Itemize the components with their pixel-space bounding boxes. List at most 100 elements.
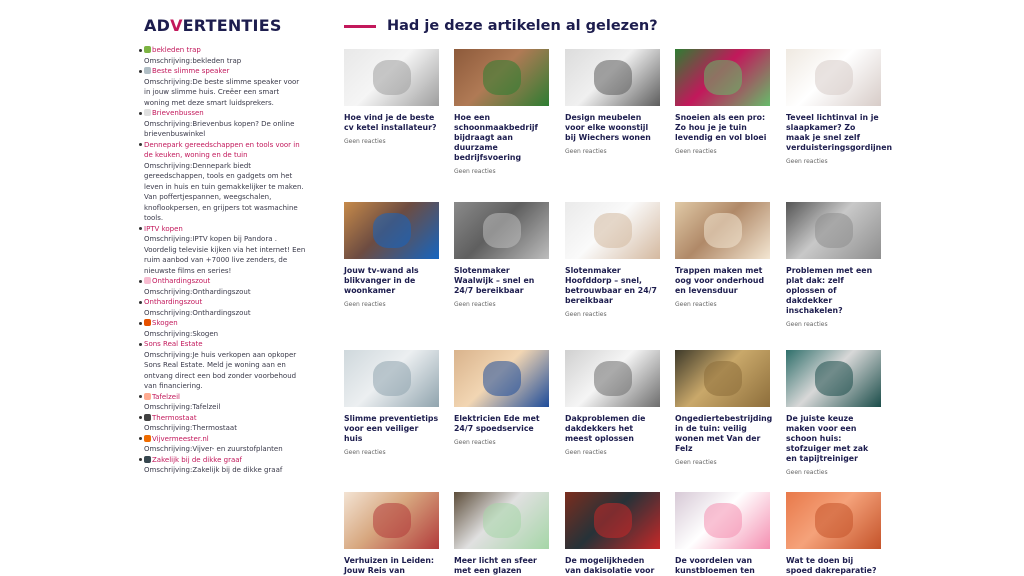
ad-item: Thermostaat Omschrijving:Thermostaat xyxy=(139,413,306,434)
article-comments[interactable]: Geen reacties xyxy=(675,148,770,155)
article-card[interactable]: Snoeien als een pro: Zo hou je je tuin l… xyxy=(675,49,770,155)
article-title[interactable]: De juiste keuze maken voor een schoon hu… xyxy=(786,414,881,464)
article-comments[interactable]: Geen reacties xyxy=(454,168,549,175)
article-card[interactable]: Hoe een schoonmaakbedrijf bijdraagt aan … xyxy=(454,49,549,175)
article-card[interactable]: Hoe vind je de beste cv ketel installate… xyxy=(344,49,439,145)
ad-link[interactable]: Onthardingszout xyxy=(144,298,202,306)
article-thumbnail[interactable] xyxy=(675,202,770,259)
ad-link[interactable]: Beste slimme speaker xyxy=(152,67,229,75)
article-thumbnail[interactable] xyxy=(454,492,549,549)
article-title[interactable]: Slotenmaker Waalwijk – snel en 24/7 bere… xyxy=(454,266,549,296)
article-card[interactable]: Teveel lichtinval in je slaapkamer? Zo m… xyxy=(786,49,892,165)
ad-link[interactable]: Vijvermeester.nl xyxy=(152,435,209,443)
article-title[interactable]: Elektricien Ede met 24/7 spoedservice xyxy=(454,414,549,434)
article-title[interactable]: Ongediertebestrijding in de tuin: veilig… xyxy=(675,414,772,454)
article-comments[interactable]: Geen reacties xyxy=(786,469,881,476)
article-comments[interactable]: Geen reacties xyxy=(565,449,660,456)
article-card[interactable]: De voordelen van kunstbloemen ten xyxy=(675,492,770,576)
article-card[interactable]: Verhuizen in Leiden: Jouw Reis van xyxy=(344,492,439,576)
article-title[interactable]: Wat te doen bij spoed dakreparatie? xyxy=(786,556,881,576)
ad-item: bekleden trap Omschrijving:bekleden trap xyxy=(139,45,306,66)
article-comments[interactable]: Geen reacties xyxy=(675,459,770,466)
article-card[interactable]: De mogelijkheden van dakisolatie voor jo… xyxy=(565,492,660,576)
article-thumbnail[interactable] xyxy=(565,492,660,549)
article-comments[interactable]: Geen reacties xyxy=(786,158,881,165)
article-comments[interactable]: Geen reacties xyxy=(454,301,549,308)
ad-item: Beste slimme speaker Omschrijving:De best… xyxy=(139,66,306,108)
ad-item: Skogen Omschrijving:Skogen xyxy=(139,318,306,339)
article-card[interactable]: Jouw tv-wand als blikvanger in de woonka… xyxy=(344,202,439,308)
article-title[interactable]: Jouw tv-wand als blikvanger in de woonka… xyxy=(344,266,439,296)
article-card[interactable]: Meer licht en sfeer met een glazen tuink… xyxy=(454,492,549,576)
ad-link[interactable]: Thermostaat xyxy=(152,414,197,422)
article-card[interactable]: Slimme preventietips voor een veiliger h… xyxy=(344,350,439,456)
article-title[interactable]: Problemen met een plat dak: zelf oplosse… xyxy=(786,266,881,316)
article-thumbnail[interactable] xyxy=(454,202,549,259)
article-thumbnail[interactable] xyxy=(675,350,770,407)
ad-link[interactable]: Skogen xyxy=(152,319,178,327)
article-comments[interactable]: Geen reacties xyxy=(344,301,439,308)
article-card[interactable]: Dakproblemen die dakdekkers het meest op… xyxy=(565,350,660,456)
ad-link[interactable]: IPTV kopen xyxy=(144,225,183,233)
article-card[interactable]: Design meubelen voor elke woonstijl bij … xyxy=(565,49,660,155)
article-title[interactable]: Hoe vind je de beste cv ketel installate… xyxy=(344,113,439,133)
article-thumbnail[interactable] xyxy=(344,49,439,106)
article-title[interactable]: De mogelijkheden van dakisolatie voor jo… xyxy=(565,556,660,576)
article-thumbnail[interactable] xyxy=(565,350,660,407)
ad-link[interactable]: Sons Real Estate xyxy=(144,340,203,348)
article-thumbnail[interactable] xyxy=(675,492,770,549)
ad-link[interactable]: Brievenbussen xyxy=(152,109,204,117)
article-thumbnail[interactable] xyxy=(786,492,881,549)
person-icon xyxy=(144,455,151,463)
article-card[interactable]: Problemen met een plat dak: zelf oplosse… xyxy=(786,202,881,328)
article-title[interactable]: Slotenmaker Hoofddorp – snel, betrouwbaa… xyxy=(565,266,660,306)
ad-link[interactable]: bekleden trap xyxy=(152,46,201,54)
article-comments[interactable]: Geen reacties xyxy=(344,449,439,456)
article-thumbnail[interactable] xyxy=(565,202,660,259)
article-thumbnail[interactable] xyxy=(454,350,549,407)
article-title[interactable]: Meer licht en sfeer met een glazen tuink… xyxy=(454,556,549,576)
article-card[interactable]: Slotenmaker Hoofddorp – snel, betrouwbaa… xyxy=(565,202,660,318)
article-thumbnail[interactable] xyxy=(786,350,881,407)
article-card[interactable]: Trappen maken met oog voor onderhoud en … xyxy=(675,202,770,308)
article-title[interactable]: Design meubelen voor elke woonstijl bij … xyxy=(565,113,660,143)
article-comments[interactable]: Geen reacties xyxy=(454,439,549,446)
ad-link[interactable]: Tafelzeil xyxy=(152,393,180,401)
article-thumbnail[interactable] xyxy=(675,49,770,106)
article-comments[interactable]: Geen reacties xyxy=(675,301,770,308)
article-comments[interactable]: Geen reacties xyxy=(565,148,660,155)
article-card[interactable]: Wat te doen bij spoed dakreparatie? xyxy=(786,492,881,576)
ad-link[interactable]: Dennepark gereedschappen en tools voor i… xyxy=(144,141,300,160)
skogen-icon xyxy=(144,319,151,326)
ad-item: Brievenbussen Omschrijving:Brievenbus kop… xyxy=(139,108,306,140)
article-card[interactable]: De juiste keuze maken voor een schoon hu… xyxy=(786,350,881,476)
ad-description: Omschrijving:bekleden trap xyxy=(144,56,242,65)
ad-link[interactable]: Zakelijk bij de dikke graaf xyxy=(152,456,242,464)
article-thumbnail[interactable] xyxy=(344,202,439,259)
article-title[interactable]: Trappen maken met oog voor onderhoud en … xyxy=(675,266,770,296)
table-icon xyxy=(144,392,151,400)
article-thumbnail[interactable] xyxy=(344,492,439,549)
article-card[interactable]: Ongediertebestrijding in de tuin: veilig… xyxy=(675,350,772,466)
article-title[interactable]: Teveel lichtinval in je slaapkamer? Zo m… xyxy=(786,113,892,153)
article-thumbnail[interactable] xyxy=(786,49,881,106)
article-title[interactable]: Dakproblemen die dakdekkers het meest op… xyxy=(565,414,660,444)
article-card[interactable]: Slotenmaker Waalwijk – snel en 24/7 bere… xyxy=(454,202,549,308)
article-comments[interactable]: Geen reacties xyxy=(786,321,881,328)
article-card[interactable]: Elektricien Ede met 24/7 spoedservice Gee… xyxy=(454,350,549,446)
speaker-icon xyxy=(144,67,151,74)
article-title[interactable]: Snoeien als een pro: Zo hou je je tuin l… xyxy=(675,113,770,143)
article-title[interactable]: Verhuizen in Leiden: Jouw Reis van xyxy=(344,556,439,576)
article-thumbnail[interactable] xyxy=(786,202,881,259)
article-comments[interactable]: Geen reacties xyxy=(565,311,660,318)
section-header: Had je deze artikelen al gelezen? xyxy=(344,14,884,38)
article-thumbnail[interactable] xyxy=(454,49,549,106)
article-comments[interactable]: Geen reacties xyxy=(344,138,439,145)
article-title[interactable]: Hoe een schoonmaakbedrijf bijdraagt aan … xyxy=(454,113,549,163)
ad-link[interactable]: Onthardingszout xyxy=(152,277,210,285)
ad-item: Tafelzeil Omschrijving:Tafelzeil xyxy=(139,392,306,413)
article-thumbnail[interactable] xyxy=(565,49,660,106)
article-title[interactable]: De voordelen van kunstbloemen ten xyxy=(675,556,770,576)
article-title[interactable]: Slimme preventietips voor een veiliger h… xyxy=(344,414,439,444)
article-thumbnail[interactable] xyxy=(344,350,439,407)
